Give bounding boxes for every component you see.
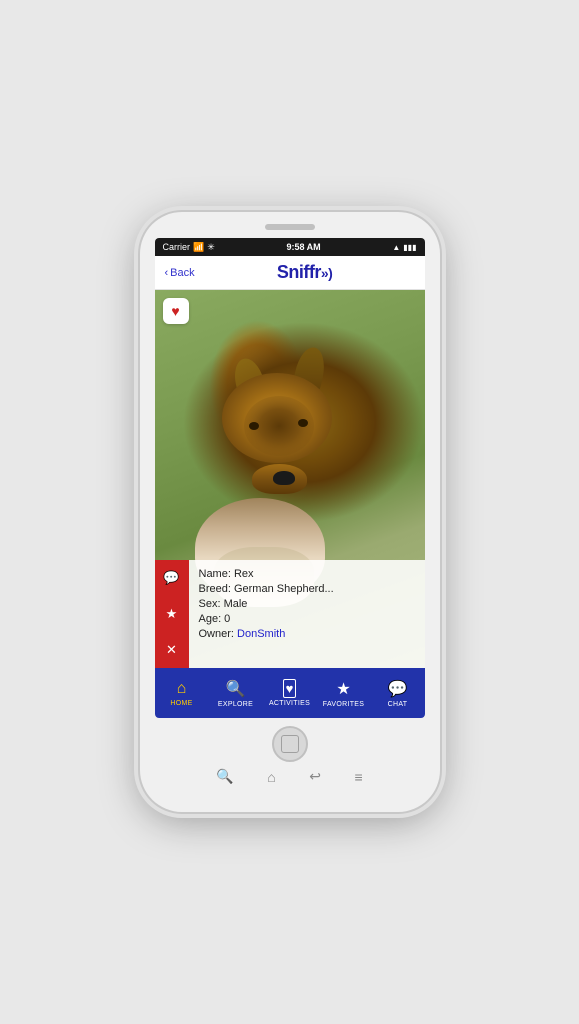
dog-name-row: Name: Rex — [199, 568, 415, 580]
phone-speaker — [265, 224, 315, 230]
dog-info-content: Name: Rex Breed: German Shepherd... Sex:… — [189, 560, 425, 668]
bottom-nav: ⌂ HOME 🔍 EXPLORE ♥ ACTIVITIES ★ FAVORITE… — [155, 668, 425, 718]
dog-owner-row: Owner: DonSmith — [199, 628, 415, 640]
dog-nose — [273, 471, 295, 485]
owner-prefix: Owner: — [199, 628, 238, 640]
hardware-search-icon[interactable]: 🔍 — [216, 768, 233, 785]
info-panel: 💬 ★ ✕ Name: Rex Breed: German Shepherd..… — [155, 560, 425, 668]
hardware-menu-icon[interactable]: ≡ — [355, 769, 363, 785]
status-bar: Carrier 📶 ✳ 9:58 AM ▲ ▮▮▮ — [155, 238, 425, 256]
status-left: Carrier 📶 ✳ — [163, 242, 215, 253]
back-label: Back — [170, 267, 194, 279]
action-buttons: 💬 ★ ✕ — [155, 560, 189, 668]
favorites-nav-label: FAVORITES — [323, 701, 364, 708]
chat-action-button[interactable]: 💬 — [155, 560, 189, 596]
heart-button[interactable]: ♥ — [163, 298, 189, 324]
nav-item-favorites[interactable]: ★ FAVORITES — [317, 668, 371, 718]
nav-item-home[interactable]: ⌂ HOME — [155, 668, 209, 718]
signal-icon: ✳ — [207, 242, 215, 253]
close-action-button[interactable]: ✕ — [155, 632, 189, 668]
dog-breed-row: Breed: German Shepherd... — [199, 583, 415, 595]
chat-nav-label: CHAT — [388, 701, 408, 708]
hardware-back-icon[interactable]: ↩ — [309, 768, 321, 785]
nav-item-activities[interactable]: ♥ ACTIVITIES — [263, 668, 317, 718]
home-button[interactable] — [272, 726, 308, 762]
activities-nav-icon: ♥ — [283, 679, 297, 698]
home-nav-label: HOME — [170, 700, 192, 707]
owner-link[interactable]: DonSmith — [237, 628, 285, 640]
star-action-icon: ★ — [166, 606, 178, 622]
location-icon: ▲ — [392, 243, 400, 252]
app-title-wave: ») — [321, 265, 332, 281]
close-action-icon: ✕ — [166, 642, 177, 658]
wifi-icon: 📶 — [193, 242, 204, 253]
dog-image-area: ♥ 💬 ★ ✕ Name: Rex Breed: Ger — [155, 290, 425, 668]
phone-screen: Carrier 📶 ✳ 9:58 AM ▲ ▮▮▮ ‹ Back Sniffr»… — [155, 238, 425, 718]
chat-action-icon: 💬 — [163, 570, 179, 586]
nav-item-chat[interactable]: 💬 CHAT — [371, 668, 425, 718]
explore-nav-label: EXPLORE — [218, 701, 253, 708]
activities-nav-label: ACTIVITIES — [269, 700, 310, 707]
app-title: Sniffr») — [195, 262, 415, 283]
hardware-home-icon[interactable]: ⌂ — [267, 769, 275, 785]
nav-bar: ‹ Back Sniffr») — [155, 256, 425, 290]
favorites-nav-icon: ★ — [336, 679, 350, 699]
time-label: 9:58 AM — [286, 242, 320, 252]
carrier-label: Carrier — [163, 242, 191, 252]
home-nav-icon: ⌂ — [177, 680, 187, 698]
back-chevron-icon: ‹ — [165, 267, 169, 279]
chat-nav-icon: 💬 — [388, 679, 408, 699]
heart-icon: ♥ — [171, 303, 179, 319]
hardware-nav-bar: 🔍 ⌂ ↩ ≡ — [190, 768, 390, 785]
battery-icon: ▮▮▮ — [403, 243, 416, 252]
status-right: ▲ ▮▮▮ — [392, 243, 416, 252]
back-button[interactable]: ‹ Back — [165, 267, 195, 279]
nav-item-explore[interactable]: 🔍 EXPLORE — [209, 668, 263, 718]
explore-nav-icon: 🔍 — [226, 679, 246, 699]
dog-age-row: Age: 0 — [199, 613, 415, 625]
star-action-button[interactable]: ★ — [155, 596, 189, 632]
dog-eye-right — [298, 419, 308, 427]
app-title-text: Sniffr — [277, 262, 321, 282]
dog-sex-row: Sex: Male — [199, 598, 415, 610]
phone-device: Carrier 📶 ✳ 9:58 AM ▲ ▮▮▮ ‹ Back Sniffr»… — [140, 212, 440, 812]
